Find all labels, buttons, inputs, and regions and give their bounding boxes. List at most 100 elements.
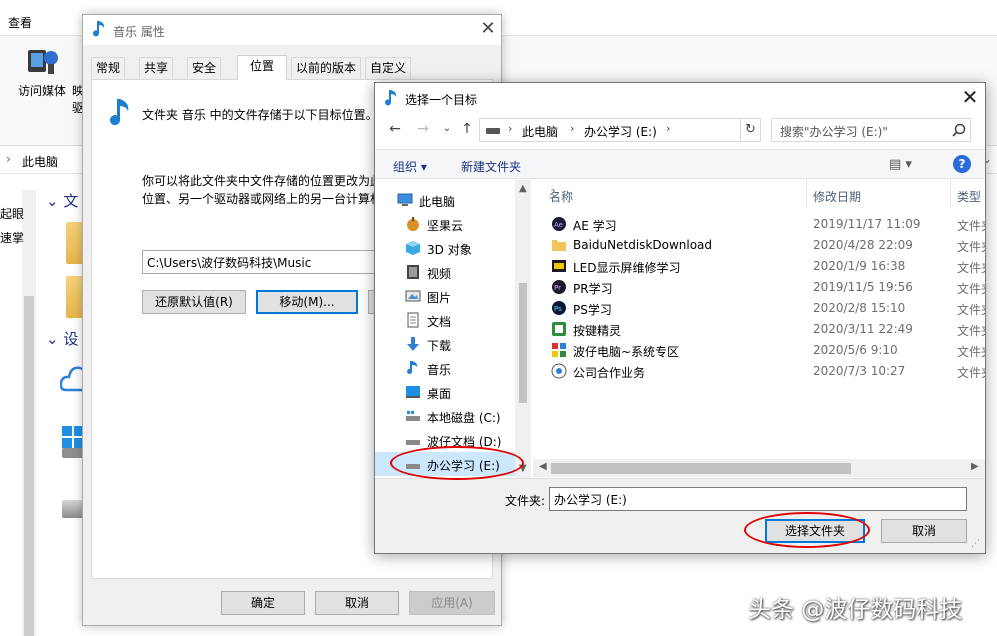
scroll-down-icon[interactable]: ▼	[519, 463, 527, 474]
search-icon[interactable]	[952, 123, 966, 137]
picker-address-bar[interactable]: › 此电脑 › 办公学习 (E:) › ⌄	[479, 118, 841, 142]
ok-button[interactable]: 确定	[221, 591, 305, 615]
file-row[interactable]: Ps PS学习 2020/2/8 15:10 文件夹	[543, 298, 985, 319]
nav-item[interactable]: 起眼	[0, 205, 30, 229]
close-icon[interactable]: ✕	[479, 19, 497, 39]
tree-label: 视频	[427, 267, 452, 281]
drive-icon[interactable]	[62, 448, 84, 458]
props-title: 音乐 属性	[113, 25, 165, 39]
forward-arrow-icon[interactable]: →	[413, 119, 433, 139]
file-date: 2020/2/8 15:10	[813, 301, 906, 315]
file-row[interactable]: 按键精灵 2020/3/11 22:49 文件夹	[543, 319, 985, 340]
tree-item-this-pc[interactable]: 此电脑	[375, 188, 515, 212]
column-header-type[interactable]: 类型	[951, 180, 985, 208]
column-header-name[interactable]: 名称 ⌃	[543, 180, 807, 208]
tree-item-documents[interactable]: 文档	[375, 308, 515, 332]
props-titlebar[interactable]: 音乐 属性 ✕	[83, 15, 501, 45]
tree-label: 坚果云	[427, 219, 464, 233]
system-zone-icon	[552, 343, 566, 357]
ribbon-tab-view[interactable]: 查看	[8, 14, 32, 31]
section-folders[interactable]: ⌄ 文	[46, 190, 78, 211]
tree-item-drive-c[interactable]: 本地磁盘 (C:)	[375, 404, 515, 428]
address-segment-this-pc[interactable]: 此电脑	[22, 153, 58, 170]
help-line: 位置、另一个驱动器或网络上的另一台计算机	[142, 192, 383, 206]
restore-default-button[interactable]: 还原默认值(R)	[142, 290, 246, 314]
select-folder-button[interactable]: 选择文件夹	[765, 519, 865, 543]
close-icon[interactable]: ✕	[961, 87, 979, 107]
tree-item-downloads[interactable]: 下载	[375, 332, 515, 356]
explorer-left-scroll-thumb[interactable]	[24, 296, 34, 636]
scroll-right-icon[interactable]: ▶	[971, 461, 979, 472]
picker-cancel-button[interactable]: 取消	[881, 519, 967, 543]
tree-item-drive-e[interactable]: 办公学习 (E:)	[375, 452, 515, 476]
chevron-right-icon[interactable]: ›	[666, 122, 670, 135]
resize-grip-icon[interactable]: ⋰	[971, 539, 980, 549]
address-segment-drive-e[interactable]: 办公学习 (E:)	[584, 123, 657, 140]
recent-locations-icon[interactable]: ⌄	[437, 119, 457, 139]
scroll-left-icon[interactable]: ◀	[539, 461, 547, 472]
tree-item-3d-objects[interactable]: 3D 对象	[375, 236, 515, 260]
file-row[interactable]: Ae AE 学习 2019/11/17 11:09 文件夹	[543, 214, 985, 235]
file-type: 文件夹	[957, 366, 985, 380]
tree-label: 图片	[427, 291, 452, 305]
tree-item-videos[interactable]: 视频	[375, 260, 515, 284]
tab-previous-versions[interactable]: 以前的版本	[291, 57, 362, 79]
tree-item-pictures[interactable]: 图片	[375, 284, 515, 308]
pc-icon	[397, 193, 413, 206]
tree-scroll-thumb[interactable]	[519, 283, 527, 403]
section-devices[interactable]: ⌄ 设	[46, 328, 78, 349]
picker-titlebar[interactable]: 选择一个目标 ✕	[375, 83, 985, 113]
pr-icon: Pr	[552, 280, 566, 294]
file-name: BaiduNetdiskDownload	[573, 238, 713, 252]
drive-icon[interactable]	[62, 500, 84, 518]
tree-item-drive-d[interactable]: 波仔文档 (D:)	[375, 428, 515, 452]
drive-icon	[486, 128, 500, 134]
file-name: PR学习	[573, 282, 613, 296]
tab-sharing[interactable]: 共享	[139, 57, 174, 79]
folder-input[interactable]: 办公学习 (E:)	[549, 487, 967, 511]
file-type: 文件夹	[957, 345, 985, 359]
file-row[interactable]: BaiduNetdiskDownload 2020/4/28 22:09 文件夹	[543, 235, 985, 256]
refresh-icon[interactable]: ↻	[741, 118, 761, 142]
tab-customize[interactable]: 自定义	[365, 57, 412, 79]
chevron-right-icon[interactable]: ›	[508, 122, 512, 135]
up-arrow-icon[interactable]: ↑	[457, 119, 477, 139]
file-row[interactable]: 波仔电脑~系统专区 2020/5/6 9:10 文件夹	[543, 340, 985, 361]
move-button[interactable]: 移动(M)...	[256, 290, 358, 314]
tab-location[interactable]: 位置	[237, 55, 287, 80]
folder-field-label: 文件夹:	[505, 494, 546, 508]
nav-item[interactable]: 速掌	[0, 229, 30, 253]
column-header-date[interactable]: 修改日期	[807, 180, 951, 208]
media-server-icon[interactable]	[26, 44, 60, 78]
video-icon	[407, 265, 419, 279]
view-options-icon[interactable]: ▤ ▾	[889, 157, 912, 172]
music-note-icon	[110, 99, 129, 126]
3d-objects-icon	[406, 241, 420, 255]
file-row[interactable]: Pr PR学习 2019/11/5 19:56 文件夹	[543, 277, 985, 298]
help-icon[interactable]: ?	[953, 155, 971, 173]
documents-icon	[407, 312, 419, 328]
led-icon	[552, 260, 566, 272]
file-row[interactable]: 公司合作业务 2020/7/3 10:27 文件夹	[543, 361, 985, 382]
column-label: 修改日期	[813, 190, 862, 204]
chevron-right-icon[interactable]: ›	[570, 122, 574, 135]
new-folder-button[interactable]: 新建文件夹	[461, 158, 521, 175]
tree-item-music[interactable]: 音乐	[375, 356, 515, 380]
apply-button[interactable]: 应用(A)	[409, 591, 495, 615]
business-icon	[551, 363, 567, 379]
tab-security[interactable]: 安全	[187, 57, 222, 79]
tree-item-nutstore[interactable]: 坚果云	[375, 212, 515, 236]
organize-button[interactable]: 组织 ▾	[393, 158, 427, 175]
address-segment-this-pc[interactable]: 此电脑	[522, 123, 558, 140]
scroll-up-icon[interactable]: ▲	[519, 183, 527, 194]
tab-general[interactable]: 常规	[91, 57, 126, 79]
tree-item-desktop[interactable]: 桌面	[375, 380, 515, 404]
tree-label: 此电脑	[419, 195, 456, 209]
ribbon-access-media[interactable]: 访问媒体	[18, 82, 66, 99]
search-input[interactable]: 搜索"办公学习 (E:)"	[771, 118, 971, 142]
file-row[interactable]: LED显示屏维修学习 2020/1/9 16:38 文件夹	[543, 256, 985, 277]
back-arrow-icon[interactable]: ←	[385, 119, 405, 139]
music-icon	[407, 361, 418, 374]
file-list-hscroll-thumb[interactable]	[551, 463, 851, 474]
props-cancel-button[interactable]: 取消	[315, 591, 399, 615]
